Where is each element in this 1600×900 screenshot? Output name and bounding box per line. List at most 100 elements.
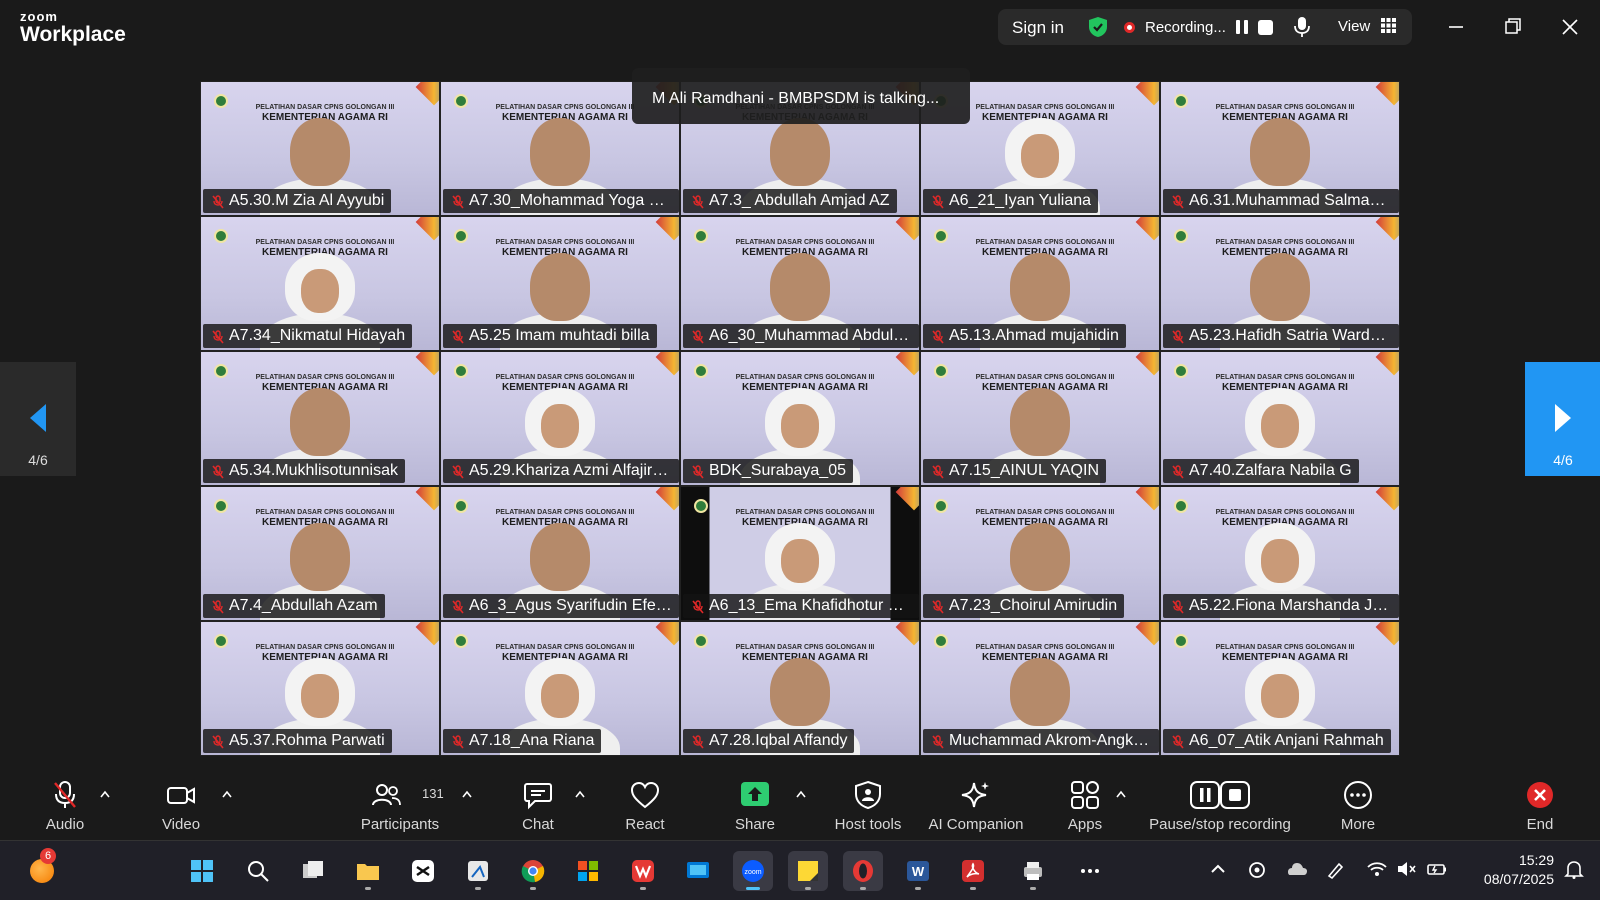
- participants-options-chevron-icon[interactable]: [462, 790, 472, 798]
- share-options-chevron-icon[interactable]: [796, 790, 806, 798]
- grid-view-icon[interactable]: [1381, 18, 1396, 33]
- capcut-app[interactable]: [403, 851, 443, 891]
- onedrive-cloud-icon[interactable]: [1286, 858, 1308, 880]
- word-app[interactable]: W: [898, 851, 938, 891]
- participant-video-tile[interactable]: PELATIHAN DASAR CPNS GOLONGAN IIIKEMENTE…: [680, 351, 920, 486]
- ai-companion-button[interactable]: AI Companion: [920, 772, 1032, 840]
- apps-button[interactable]: Apps: [1050, 772, 1120, 840]
- task-view-button[interactable]: [293, 851, 333, 891]
- participant-video-tile[interactable]: PELATIHAN DASAR CPNS GOLONGAN IIIKEMENTE…: [200, 351, 440, 486]
- next-page-button[interactable]: 4/6: [1525, 362, 1600, 476]
- camera-tray-icon[interactable]: [1246, 858, 1268, 880]
- minimize-icon[interactable]: [1443, 14, 1469, 40]
- audio-button[interactable]: Audio: [30, 772, 100, 840]
- opera-app[interactable]: [843, 851, 883, 891]
- audio-label: Audio: [45, 816, 85, 833]
- participant-video-tile[interactable]: PELATIHAN DASAR CPNS GOLONGAN IIIKEMENTE…: [1160, 216, 1400, 351]
- video-button[interactable]: Video: [145, 772, 217, 840]
- kemenag-emblem-icon: [214, 229, 228, 243]
- participant-video-tile[interactable]: PELATIHAN DASAR CPNS GOLONGAN IIIKEMENTE…: [1160, 351, 1400, 486]
- pause-stop-recording-button[interactable]: Pause/stop recording: [1138, 772, 1302, 840]
- participant-head: [530, 523, 590, 591]
- more-button[interactable]: More: [1320, 772, 1396, 840]
- participant-face: [301, 269, 339, 313]
- participant-name-label: BDK_Surabaya_05: [683, 459, 853, 483]
- apps-options-chevron-icon[interactable]: [1116, 790, 1126, 798]
- wps-office-app[interactable]: [623, 851, 663, 891]
- svg-text:zoom: zoom: [744, 869, 761, 876]
- microphone-icon[interactable]: [1293, 16, 1311, 38]
- participant-head: [770, 253, 830, 321]
- sign-in-button[interactable]: Sign in: [1012, 18, 1064, 38]
- video-options-chevron-icon[interactable]: [222, 790, 232, 798]
- file-explorer-app[interactable]: [348, 851, 388, 891]
- pause-stop-recording-label: Pause/stop recording: [1149, 816, 1291, 833]
- show-hidden-icons-chevron-icon[interactable]: [1207, 858, 1229, 880]
- more-taskbar-apps[interactable]: [1070, 851, 1110, 891]
- participant-video-tile[interactable]: PELATIHAN DASAR CPNS GOLONGAN IIIKEMENTE…: [200, 216, 440, 351]
- wifi-icon[interactable]: [1366, 858, 1388, 880]
- banner-line1: PELATIHAN DASAR CPNS GOLONGAN III: [975, 104, 1115, 111]
- word-icon: W: [907, 861, 929, 881]
- windows-logo-icon: [191, 860, 213, 882]
- system-clock[interactable]: 15:29 08/07/2025: [1462, 851, 1554, 889]
- speaker-muted-icon[interactable]: [1395, 858, 1417, 880]
- close-window-icon[interactable]: [1557, 14, 1583, 40]
- participant-video-tile[interactable]: PELATIHAN DASAR CPNS GOLONGAN IIIKEMENTE…: [1160, 621, 1400, 756]
- participant-video-tile[interactable]: PELATIHAN DASAR CPNS GOLONGAN IIIKEMENTE…: [440, 486, 680, 621]
- participant-video-tile[interactable]: PELATIHAN DASAR CPNS GOLONGAN IIIKEMENTE…: [200, 621, 440, 756]
- audio-options-chevron-icon[interactable]: [100, 790, 110, 798]
- participant-video-tile[interactable]: PELATIHAN DASAR CPNS GOLONGAN IIIKEMENTE…: [920, 486, 1160, 621]
- participant-video-tile[interactable]: PELATIHAN DASAR CPNS GOLONGAN IIIKEMENTE…: [440, 216, 680, 351]
- pause-recording-icon[interactable]: [1234, 19, 1250, 35]
- chat-button[interactable]: Chat: [505, 772, 571, 840]
- participant-head: [1010, 253, 1070, 321]
- participant-video-tile[interactable]: PELATIHAN DASAR CPNS GOLONGAN IIIKEMENTE…: [200, 486, 440, 621]
- participant-video-tile[interactable]: PELATIHAN DASAR CPNS GOLONGAN IIIKEMENTE…: [440, 621, 680, 756]
- microsoft-store-app[interactable]: [568, 851, 608, 891]
- stop-recording-icon[interactable]: [1258, 20, 1273, 35]
- muted-microphone-icon: [932, 600, 944, 614]
- participant-video-tile[interactable]: PELATIHAN DASAR CPNS GOLONGAN IIIKEMENTE…: [680, 216, 920, 351]
- sticky-notes-app[interactable]: [788, 851, 828, 891]
- view-button[interactable]: View: [1338, 18, 1370, 35]
- share-button[interactable]: Share: [720, 772, 790, 840]
- participant-name-label: A7.18_Ana Riana: [443, 729, 602, 753]
- chrome-app[interactable]: [513, 851, 553, 891]
- remote-desktop-app[interactable]: [678, 851, 718, 891]
- host-tools-button[interactable]: Host tools: [820, 772, 916, 840]
- encryption-shield-icon[interactable]: [1087, 16, 1109, 38]
- participant-name-label: Muchammad Akrom-Angkat...: [923, 729, 1159, 753]
- chat-options-chevron-icon[interactable]: [575, 790, 585, 798]
- end-meeting-button[interactable]: End: [1502, 772, 1578, 840]
- pen-tray-icon[interactable]: [1325, 858, 1347, 880]
- participant-video-tile[interactable]: PELATIHAN DASAR CPNS GOLONGAN IIIKEMENTE…: [1160, 486, 1400, 621]
- zoom-app[interactable]: zoom: [733, 851, 773, 891]
- restore-icon[interactable]: [1500, 14, 1526, 40]
- banner-line1: PELATIHAN DASAR CPNS GOLONGAN III: [1215, 374, 1355, 381]
- participant-video-tile[interactable]: PELATIHAN DASAR CPNS GOLONGAN IIIKEMENTE…: [680, 621, 920, 756]
- notifications-bell-icon[interactable]: [1563, 858, 1585, 880]
- battery-icon[interactable]: [1426, 858, 1448, 880]
- snipping-tool-app[interactable]: [458, 851, 498, 891]
- participant-video-tile[interactable]: PELATIHAN DASAR CPNS GOLONGAN IIIKEMENTE…: [680, 486, 920, 621]
- participant-video-tile[interactable]: PELATIHAN DASAR CPNS GOLONGAN IIIKEMENTE…: [200, 81, 440, 216]
- search-taskbar-button[interactable]: [238, 851, 278, 891]
- network-printer-app[interactable]: [1013, 851, 1053, 891]
- participants-button[interactable]: Participants: [355, 772, 445, 840]
- participant-video-tile[interactable]: PELATIHAN DASAR CPNS GOLONGAN IIIKEMENTE…: [440, 351, 680, 486]
- participant-video-tile[interactable]: PELATIHAN DASAR CPNS GOLONGAN IIIKEMENTE…: [920, 216, 1160, 351]
- start-button[interactable]: [182, 851, 222, 891]
- participant-name-label: A7.40.Zalfara Nabila G: [1163, 459, 1359, 483]
- react-button[interactable]: React: [610, 772, 680, 840]
- more-label: More: [1340, 816, 1376, 833]
- participant-video-tile[interactable]: PELATIHAN DASAR CPNS GOLONGAN IIIKEMENTE…: [920, 351, 1160, 486]
- previous-page-button[interactable]: 4/6: [0, 362, 76, 476]
- background-corner-decoration: [415, 487, 439, 511]
- participant-video-tile[interactable]: PELATIHAN DASAR CPNS GOLONGAN IIIKEMENTE…: [920, 621, 1160, 756]
- remote-desktop-icon: [687, 862, 709, 878]
- banner-line1: PELATIHAN DASAR CPNS GOLONGAN III: [1215, 104, 1355, 111]
- participants-count: 131: [422, 786, 444, 801]
- participant-video-tile[interactable]: PELATIHAN DASAR CPNS GOLONGAN IIIKEMENTE…: [1160, 81, 1400, 216]
- acrobat-app[interactable]: [953, 851, 993, 891]
